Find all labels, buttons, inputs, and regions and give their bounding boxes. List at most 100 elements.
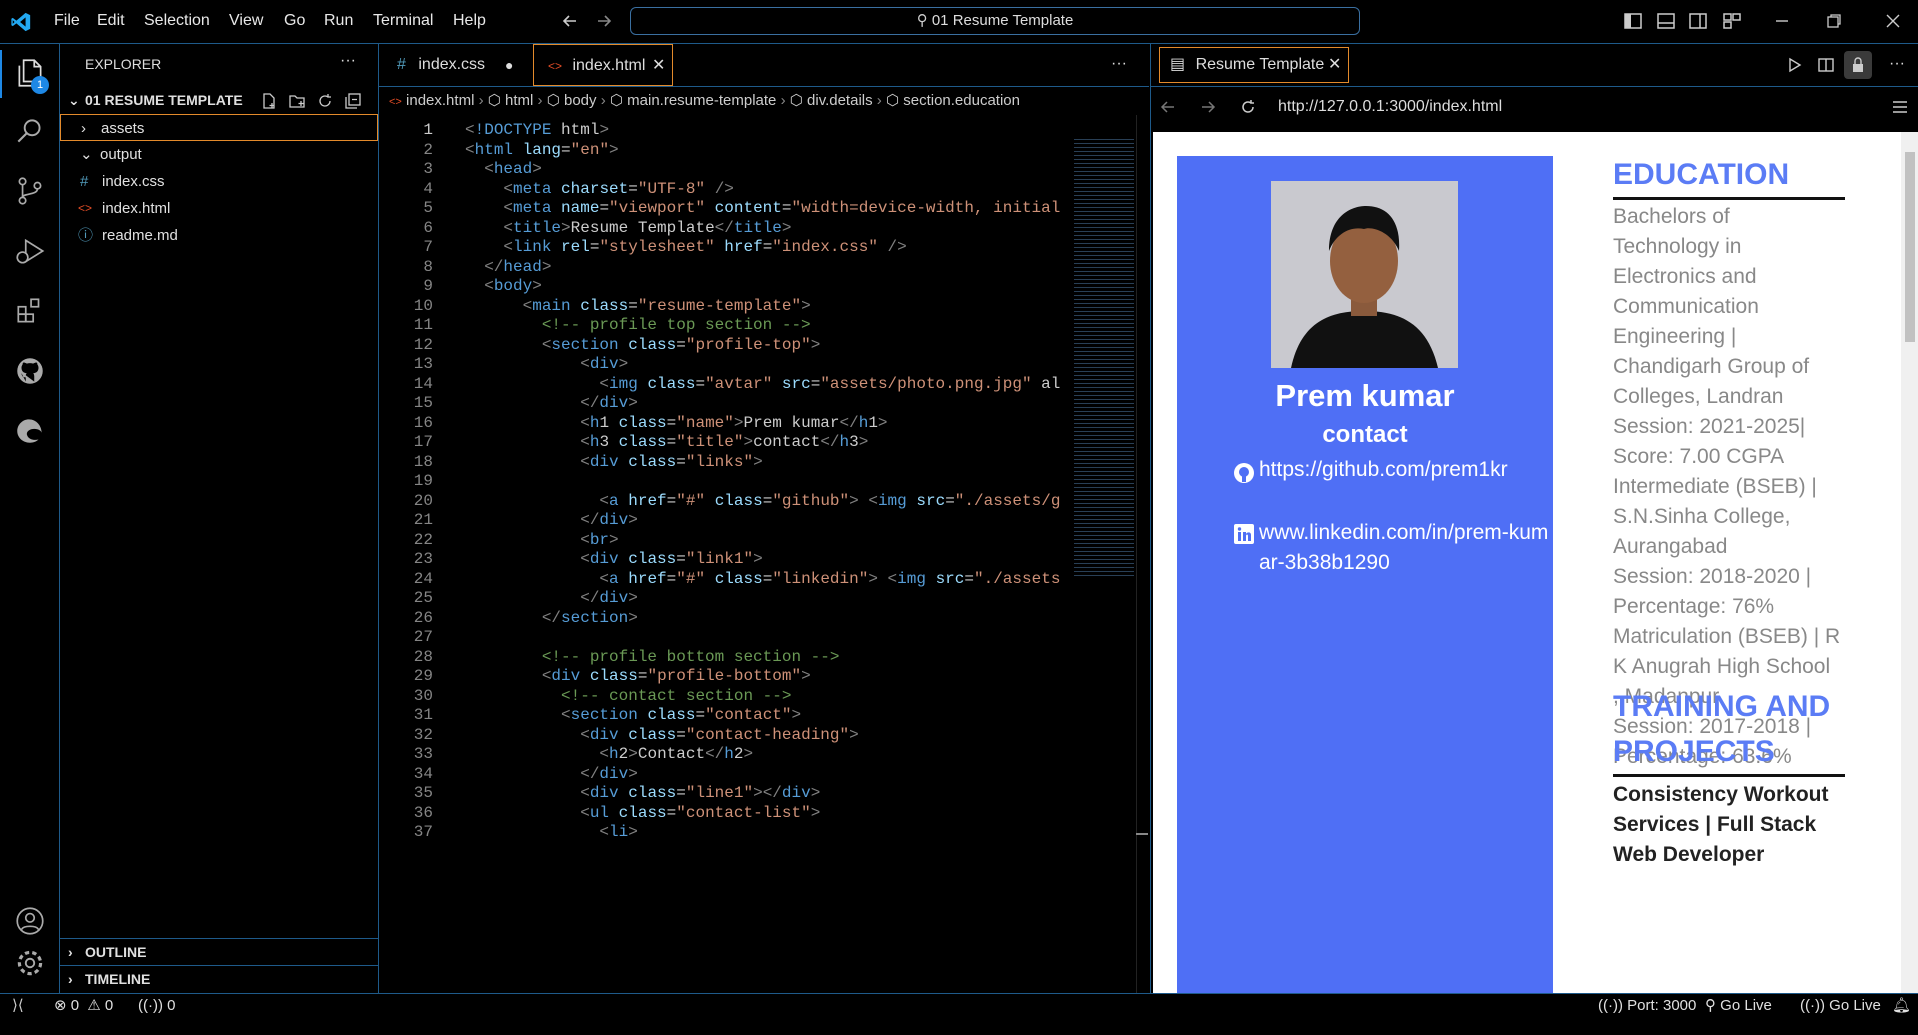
education-line: Colleges, Landran [1613, 385, 1784, 408]
new-file-icon[interactable] [260, 92, 278, 110]
run-debug-icon[interactable] [13, 234, 47, 268]
customize-layout-icon[interactable] [1722, 11, 1742, 31]
menu-view[interactable]: View [229, 12, 263, 30]
education-line: Electronics and [1613, 265, 1757, 288]
ports-indicator[interactable]: ((·)) 0 [138, 994, 176, 1018]
education-line: Engineering | [1613, 325, 1737, 348]
code-line: <div class="link1"> [580, 550, 763, 568]
tab-resume-template[interactable]: ▤ Resume Template ✕ [1159, 47, 1349, 83]
code-line: <main class="resume-template"> [522, 296, 811, 315]
scrollbar-thumb[interactable] [1905, 152, 1915, 342]
restore-icon[interactable] [1824, 11, 1844, 31]
tab-index-css[interactable]: # index.css ● [379, 44, 529, 86]
menu-help[interactable]: Help [453, 12, 486, 30]
editor-scrollbar[interactable] [1136, 115, 1149, 995]
ports-count: 0 [167, 997, 176, 1014]
breadcrumb-item[interactable]: body [564, 92, 597, 109]
reload-icon[interactable] [1239, 98, 1257, 116]
menu-go[interactable]: Go [284, 12, 305, 30]
toggle-sidebar-icon[interactable] [1623, 11, 1643, 31]
menu-edit[interactable]: Edit [97, 12, 125, 30]
workspace-folder-name: 01 RESUME TEMPLATE [85, 92, 243, 108]
editor-more-icon[interactable]: ··· [1111, 55, 1127, 73]
code-line: <div class="profile-bottom"> [541, 667, 811, 685]
new-folder-icon[interactable] [288, 92, 306, 110]
port-indicator[interactable]: ((·)) Port: 3000 [1598, 994, 1696, 1018]
notifications-bell-icon[interactable]: 🔔︎ [1892, 994, 1911, 1018]
tab-index-html[interactable]: <> index.html ✕ [533, 44, 673, 86]
tree-item-assets[interactable]: › assets [60, 114, 378, 141]
search-icon[interactable] [13, 114, 47, 148]
minimap[interactable] [1074, 139, 1134, 579]
code-line: <div class="contact-heading"> [580, 725, 859, 744]
close-tab-icon[interactable]: ✕ [652, 45, 665, 87]
extensions-icon[interactable] [13, 294, 47, 328]
github-icon[interactable] [13, 354, 47, 388]
close-window-icon[interactable] [1883, 11, 1903, 31]
breadcrumb-item[interactable]: section.education [903, 92, 1020, 109]
toggle-secondary-sidebar-icon[interactable] [1688, 11, 1708, 31]
tree-item-readme[interactable]: ⓘ readme.md [60, 222, 378, 249]
forward-arrow-icon[interactable] [594, 11, 614, 31]
back-arrow-icon[interactable] [1159, 98, 1177, 116]
github-link[interactable]: https://github.com/prem1kr [1259, 458, 1508, 482]
title-bar: File Edit Selection View Go Run Terminal… [0, 0, 1918, 44]
preview-more-icon[interactable]: ··· [1889, 55, 1905, 73]
refresh-icon[interactable] [316, 92, 334, 110]
tab-label: index.html [572, 57, 646, 74]
command-center[interactable]: ⚲ 01 Resume Template [630, 7, 1360, 35]
unsaved-dot-icon[interactable]: ● [505, 44, 513, 86]
workspace-folder-header[interactable]: ⌄ 01 RESUME TEMPLATE [60, 87, 378, 114]
collapse-all-icon[interactable] [344, 92, 362, 110]
problems-indicator[interactable]: ⊗ 0 ⚠ 0 [54, 994, 113, 1018]
line-number: 36 [413, 803, 433, 822]
breadcrumb-item[interactable]: html [505, 92, 533, 109]
menu-run[interactable]: Run [324, 12, 353, 30]
line-number: 1 [423, 121, 433, 139]
source-control-icon[interactable] [13, 174, 47, 208]
menu-terminal[interactable]: Terminal [373, 12, 433, 30]
breadcrumb-item[interactable]: div.details [807, 92, 873, 109]
line-number: 11 [413, 316, 433, 334]
lock-group-button[interactable] [1844, 51, 1872, 79]
line-number: 14 [413, 374, 433, 393]
go-live-button[interactable]: ⚲ Go Live [1705, 994, 1772, 1018]
education-line: Percentage: 76% [1613, 595, 1775, 618]
port-label: Port: 3000 [1627, 997, 1697, 1014]
line-number: 29 [413, 667, 433, 685]
split-editor-icon[interactable] [1817, 56, 1835, 74]
breadcrumb-item[interactable]: main.resume-template [627, 92, 776, 109]
menu-selection[interactable]: Selection [144, 12, 210, 30]
html-file-icon: <> [78, 201, 93, 215]
forward-arrow-icon[interactable] [1199, 98, 1217, 116]
code-line: <title>Resume Template</title> [503, 218, 792, 237]
run-icon[interactable] [1785, 56, 1803, 74]
outline-section-header[interactable]: › OUTLINE [60, 938, 378, 966]
linkedin-link[interactable]: www.linkedin.com/in/prem-kumar-3b38b1290 [1259, 518, 1549, 578]
breadcrumb-item[interactable]: index.html [406, 92, 474, 109]
education-line: Score: 7.00 CGPA [1613, 445, 1785, 468]
code-line: <section class="contact"> [561, 706, 802, 724]
remote-icon[interactable]: ⟩⟨ [12, 994, 24, 1018]
tree-item-output[interactable]: ⌄ output [60, 141, 378, 168]
settings-gear-icon[interactable] [13, 946, 47, 980]
tree-item-index-css[interactable]: # index.css [60, 168, 378, 195]
toggle-panel-icon[interactable] [1656, 11, 1676, 31]
preview-scrollbar[interactable] [1901, 132, 1918, 993]
url-field[interactable]: http://127.0.0.1:3000/index.html [1278, 98, 1502, 116]
close-tab-icon[interactable]: ✕ [1328, 48, 1341, 82]
broadcast-icon: ((·)) [1800, 997, 1825, 1014]
accounts-icon[interactable] [13, 904, 47, 938]
go-live-button-secondary[interactable]: ((·)) Go Live [1800, 994, 1881, 1018]
edge-browser-icon[interactable] [13, 414, 47, 448]
profile-subtitle: contact [1322, 421, 1408, 448]
timeline-section-header[interactable]: › TIMELINE [60, 965, 378, 993]
back-arrow-icon[interactable] [560, 11, 580, 31]
activity-bar: 1 [0, 44, 60, 993]
menu-file[interactable]: File [54, 12, 80, 30]
minimize-icon[interactable] [1772, 11, 1792, 31]
hamburger-menu-icon[interactable] [1891, 99, 1909, 115]
more-actions-icon[interactable]: ··· [340, 52, 356, 70]
tree-item-index-html[interactable]: <> index.html [60, 195, 378, 222]
code-area[interactable]: 1 <!DOCTYPE html> 2 <html lang="en"> 3 <head… [379, 115, 1149, 1035]
